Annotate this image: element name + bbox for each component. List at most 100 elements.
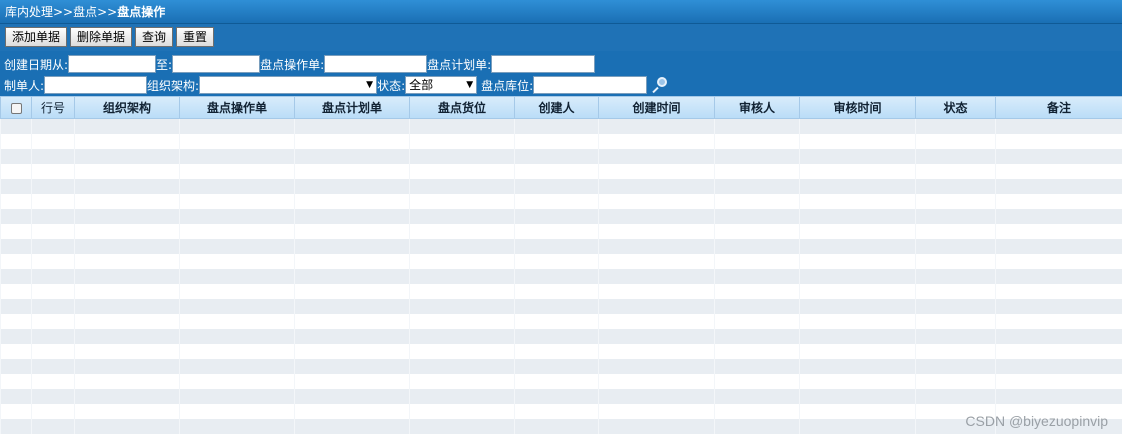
table-row [0,403,1122,419]
table-cell [409,343,515,359]
table-cell [409,298,515,314]
table-cell [799,268,916,284]
table-cell [31,373,75,389]
org-select[interactable]: ▼ [199,76,378,94]
table-cell [294,163,410,179]
plan-no-label: 盘点计划单: [427,57,492,72]
table-row [0,148,1122,164]
location-label: 盘点库位: [481,78,534,93]
breadcrumb-path: 库内处理>>盘点>> [5,5,118,19]
col-header-operation-no[interactable]: 盘点操作单 [179,96,295,119]
col-header-created-time[interactable]: 创建时间 [598,96,715,119]
table-cell [598,223,715,239]
table-row [0,388,1122,404]
table-cell [915,373,996,389]
table-cell [714,118,800,134]
table-cell [179,253,295,269]
table-cell [294,208,410,224]
col-header-row-no[interactable]: 行号 [31,96,75,119]
table-cell [74,283,180,299]
col-header-reviewer[interactable]: 审核人 [714,96,800,119]
table-cell [409,418,515,434]
table-cell [294,178,410,194]
table-cell [294,268,410,284]
table-cell [598,208,715,224]
table-cell [179,343,295,359]
table-row [0,343,1122,359]
table-row [0,193,1122,209]
location-input[interactable] [533,76,648,94]
table-row [0,313,1122,329]
table-cell [179,268,295,284]
table-cell [0,118,32,134]
search-icon[interactable] [651,77,668,94]
col-header-location[interactable]: 盘点货位 [409,96,515,119]
operation-no-input[interactable] [324,55,428,73]
table-cell [714,178,800,194]
table-cell [598,313,715,329]
created-to-input[interactable] [172,55,261,73]
plan-no-input[interactable] [491,55,596,73]
table-row [0,238,1122,254]
table-cell [179,283,295,299]
col-header-remark[interactable]: 备注 [995,96,1122,119]
col-header-review-time[interactable]: 审核时间 [799,96,916,119]
table-row [0,283,1122,299]
table-cell [799,118,916,134]
table-row [0,373,1122,389]
col-header-status[interactable]: 状态 [915,96,996,119]
table-cell [294,328,410,344]
table-cell [0,418,32,434]
breadcrumb: 库内处理>>盘点>>盘点操作 [0,0,1122,24]
table-cell [714,223,800,239]
table-cell [995,208,1122,224]
col-header-org[interactable]: 组织架构 [74,96,180,119]
table-cell [799,358,916,374]
table-cell [409,193,515,209]
reset-button[interactable]: 重置 [176,27,215,47]
table-cell [409,403,515,419]
table-row [0,418,1122,434]
table-cell [714,343,800,359]
table-cell [294,223,410,239]
table-cell [799,208,916,224]
table-cell [294,313,410,329]
table-row [0,328,1122,344]
status-select[interactable]: 全部 ▼ [405,76,478,94]
chevron-down-icon: ▼ [366,80,374,90]
table-cell [514,223,599,239]
status-select-value: 全部 [409,78,434,92]
table-cell [294,118,410,134]
table-cell [995,148,1122,164]
table-row [0,133,1122,149]
col-header-plan-no[interactable]: 盘点计划单 [294,96,410,119]
table-cell [74,163,180,179]
table-cell [514,418,599,434]
table-cell [294,283,410,299]
table-cell [915,253,996,269]
table-row [0,163,1122,179]
add-document-button[interactable]: 添加单据 [5,27,68,47]
query-button[interactable]: 查询 [135,27,174,47]
table-cell [409,358,515,374]
table-cell [995,313,1122,329]
grid-body [0,118,1122,434]
table-cell [31,328,75,344]
table-cell [598,418,715,434]
table-cell [714,313,800,329]
table-cell [799,238,916,254]
table-cell [915,343,996,359]
table-cell [31,178,75,194]
table-cell [995,163,1122,179]
creator-input[interactable] [44,76,148,94]
col-header-creator[interactable]: 创建人 [514,96,599,119]
created-from-input[interactable] [68,55,157,73]
select-all-checkbox[interactable] [0,96,32,119]
delete-document-button[interactable]: 删除单据 [70,27,133,47]
table-cell [514,358,599,374]
table-cell [0,388,32,404]
table-cell [915,313,996,329]
table-cell [714,253,800,269]
table-cell [409,328,515,344]
table-cell [31,223,75,239]
